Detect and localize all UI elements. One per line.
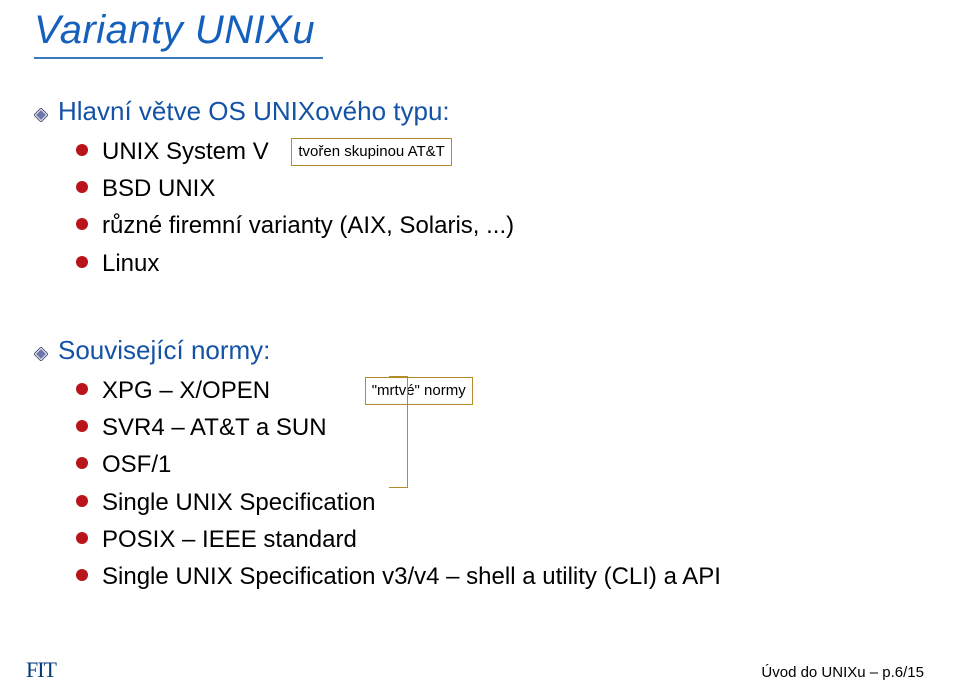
- diamond-icon: [34, 347, 48, 361]
- section-heading: Související normy:: [58, 335, 270, 366]
- list-item: OSF/1: [76, 446, 914, 483]
- diamond-icon: [34, 108, 48, 122]
- brace-group-icon: [389, 376, 408, 488]
- list-item-label: Single UNIX Specification: [102, 489, 375, 516]
- list-item: UNIX System V tvořen skupinou AT&T: [76, 133, 914, 170]
- list-item-label: XPG – X/OPEN: [102, 377, 270, 404]
- list-item-label: OSF/1: [102, 451, 171, 478]
- section-heading: Hlavní větve OS UNIXového typu:: [58, 96, 450, 127]
- title-underline: [34, 57, 323, 59]
- section-standards: Související normy: XPG – X/OPEN "mrtvé" …: [34, 335, 914, 595]
- list-item-label: SVR4 – AT&T a SUN: [102, 414, 327, 441]
- list-item: XPG – X/OPEN "mrtvé" normy: [76, 372, 914, 409]
- list-item-label: Linux: [102, 250, 159, 277]
- list-item-label: BSD UNIX: [102, 175, 215, 202]
- list-item: SVR4 – AT&T a SUN: [76, 409, 914, 446]
- list-item: Single UNIX Specification: [76, 484, 914, 521]
- list-item: Single UNIX Specification v3/v4 – shell …: [76, 558, 914, 595]
- list-item-label: UNIX System V: [102, 138, 269, 165]
- annotation-box: tvořen skupinou AT&T: [291, 138, 451, 166]
- list-item-label: POSIX – IEEE standard: [102, 526, 357, 553]
- footer-logo: FIT: [26, 657, 56, 683]
- list-item: různé firemní varianty (AIX, Solaris, ..…: [76, 207, 914, 244]
- list-item: POSIX – IEEE standard: [76, 521, 914, 558]
- slide-title: Varianty UNIXu: [34, 8, 315, 53]
- annotation-box: "mrtvé" normy: [365, 377, 473, 405]
- list-item-label: Single UNIX Specification v3/v4 – shell …: [102, 563, 721, 590]
- section-main-branches: Hlavní větve OS UNIXového typu: UNIX Sys…: [34, 96, 914, 282]
- list-item: Linux: [76, 245, 914, 282]
- list-item: BSD UNIX: [76, 170, 914, 207]
- list-item-label: různé firemní varianty (AIX, Solaris, ..…: [102, 212, 514, 239]
- footer-page-number: Úvod do UNIXu – p.6/15: [761, 664, 924, 681]
